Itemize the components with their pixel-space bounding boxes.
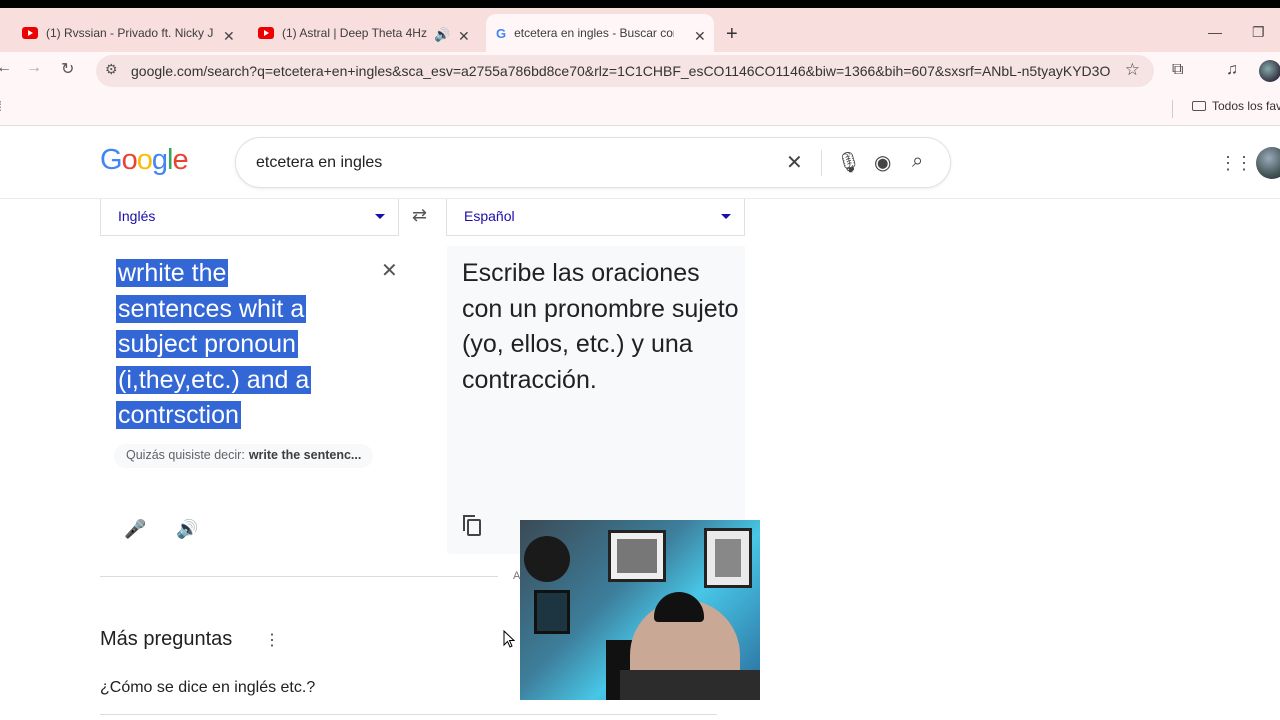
did-you-mean-suggestion: write the sentenc... <box>248 448 362 462</box>
source-line: wrhite the <box>116 259 229 287</box>
lens-icon[interactable]: ◉ <box>874 150 891 175</box>
youtube-icon <box>258 27 274 39</box>
webcam-overlay <box>520 520 760 700</box>
media-control-icon[interactable]: ♫ <box>1226 61 1238 79</box>
bookmarks-bar: ⁞ Todos los fav <box>0 90 1280 126</box>
wall-frame <box>704 528 752 588</box>
google-icon: G <box>496 25 507 41</box>
source-text[interactable]: wrhite the sentences whit a subject pron… <box>116 256 356 434</box>
forward-icon[interactable]: → <box>26 59 42 77</box>
search-input[interactable]: etcetera en ingles <box>256 154 382 172</box>
new-tab-icon[interactable]: + <box>726 23 738 46</box>
folder-label: Todos los fav <box>1212 99 1280 113</box>
google-logo[interactable]: Google <box>100 144 189 177</box>
wall-clock <box>524 536 570 582</box>
profile-avatar[interactable] <box>1259 60 1280 82</box>
restore-icon[interactable]: ❐ <box>1252 24 1265 41</box>
clear-icon[interactable]: ✕ <box>786 150 803 175</box>
chevron-down-icon <box>375 214 385 219</box>
chevron-down-icon <box>721 214 731 219</box>
voice-search-icon[interactable]: 🎙 <box>836 150 861 175</box>
more-questions-title: Más preguntas <box>100 628 233 650</box>
address-bar[interactable]: ⚙ google.com/search?q=etcetera+en+ingles… <box>96 55 1154 87</box>
tab-title: etcetera en ingles - Buscar con <box>514 26 675 40</box>
tab-title: (1) Astral | Deep Theta 4Hz <box>282 26 427 40</box>
tab-rvssian[interactable]: (1) Rvssian - Privado ft. Nicky Ja <box>22 14 242 52</box>
copy-icon[interactable] <box>463 515 481 536</box>
microphone-icon[interactable]: 🎤 <box>124 519 146 540</box>
more-options-icon[interactable]: ⋮ <box>264 630 280 650</box>
source-line: (i,they,etc.) and a <box>116 365 312 394</box>
wall-frame <box>534 590 570 634</box>
tab-close-icon[interactable]: ✕ <box>223 28 235 45</box>
shirt <box>620 670 760 700</box>
tab-title: (1) Rvssian - Privado ft. Nicky Ja <box>46 26 214 40</box>
target-language-label: Español <box>464 208 515 224</box>
mouse-cursor-icon <box>503 630 515 648</box>
translation-panel: Escribe las oraciones con un pronombre s… <box>447 246 745 554</box>
source-line: sentences whit a <box>116 294 307 323</box>
search-icon[interactable]: ⌕ <box>912 150 923 173</box>
source-line: contrsction <box>116 401 241 430</box>
did-you-mean-chip[interactable]: Quizás quisiste decir: write the sentenc.… <box>114 444 374 468</box>
bookmark-star-icon[interactable]: ☆ <box>1125 60 1140 80</box>
question-divider <box>100 714 717 715</box>
all-bookmarks-folder[interactable]: Todos los fav <box>1192 99 1280 113</box>
reload-icon[interactable]: ↻ <box>61 59 74 79</box>
top-black-bar <box>0 0 1280 8</box>
url-text: google.com/search?q=etcetera+en+ingles&s… <box>131 63 1111 79</box>
target-language-select[interactable]: Español <box>446 199 745 236</box>
browser-toolbar: ← → ↻ ⚙ google.com/search?q=etcetera+en+… <box>0 52 1280 90</box>
tab-close-icon[interactable]: ✕ <box>458 28 470 45</box>
audio-icon[interactable]: 🔊 <box>434 27 450 43</box>
youtube-icon <box>22 27 38 39</box>
account-avatar[interactable] <box>1256 147 1280 179</box>
source-text-panel[interactable]: wrhite the sentences whit a subject pron… <box>100 246 413 556</box>
speaker-icon[interactable]: 🔊 <box>176 519 198 540</box>
question-item[interactable]: ¿Cómo se dice en inglés etc.? <box>100 679 315 697</box>
cap <box>654 592 704 622</box>
minimize-icon[interactable]: — <box>1208 24 1222 40</box>
search-box[interactable]: etcetera en ingles ✕ 🎙 ◉ ⌕ <box>235 137 951 188</box>
source-language-select[interactable]: Inglés <box>100 199 399 236</box>
tab-strip: (1) Rvssian - Privado ft. Nicky Ja ✕ (1)… <box>0 8 1280 52</box>
folder-icon <box>1192 101 1206 111</box>
tab-close-icon[interactable]: ✕ <box>694 28 706 45</box>
back-icon[interactable]: ← <box>0 59 12 77</box>
bookmarks-divider <box>1172 100 1173 118</box>
wall-frame <box>608 530 666 582</box>
tab-google-search[interactable]: G etcetera en ingles - Buscar con <box>486 14 714 52</box>
search-divider <box>821 150 822 176</box>
apps-grid-icon[interactable]: ⁞ <box>0 98 2 114</box>
section-divider <box>100 576 498 577</box>
site-info-icon[interactable]: ⚙ <box>105 61 118 78</box>
extensions-icon[interactable]: ⧉ <box>1172 61 1183 79</box>
source-line: subject pronoun <box>116 330 298 359</box>
source-language-label: Inglés <box>118 208 156 224</box>
clear-text-icon[interactable]: ✕ <box>381 258 398 283</box>
swap-languages-icon[interactable]: ⇄ <box>412 205 427 226</box>
translated-text: Escribe las oraciones con un pronombre s… <box>462 259 739 394</box>
google-header: Google etcetera en ingles ✕ 🎙 ◉ ⌕ ⋮⋮⋮ <box>0 127 1280 199</box>
did-you-mean-label: Quizás quisiste decir: <box>126 448 245 462</box>
